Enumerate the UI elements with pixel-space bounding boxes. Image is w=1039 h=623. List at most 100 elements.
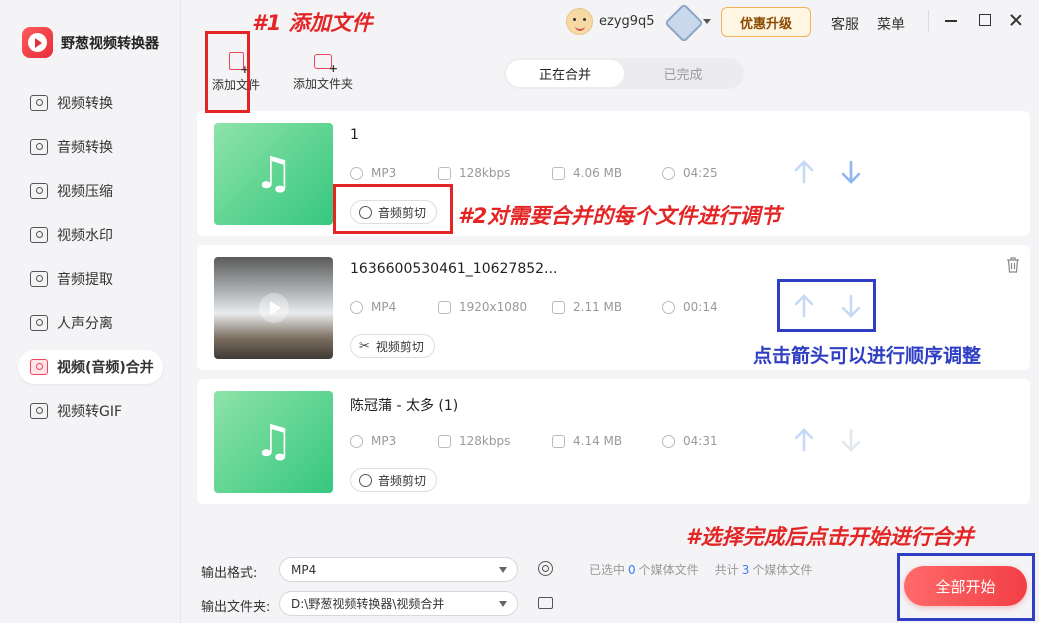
video-thumbnail[interactable] bbox=[214, 257, 333, 359]
move-up-button[interactable] bbox=[791, 291, 817, 321]
output-format-value: MP4 bbox=[291, 562, 317, 577]
close-icon[interactable] bbox=[1008, 12, 1024, 28]
sidebar-item-label: 视频水印 bbox=[57, 228, 113, 244]
sidebar-item-label: 视频转GIF bbox=[57, 404, 123, 420]
sidebar-item-label: 音频提取 bbox=[57, 272, 113, 288]
sidebar-item-label: 视频压缩 bbox=[57, 184, 113, 200]
file-name: 陈冠蒲 - 太多 (1) bbox=[350, 398, 459, 414]
file-duration: 04:25 bbox=[662, 166, 718, 180]
audio-thumbnail: ♫ bbox=[214, 123, 333, 225]
quality-value: 128kbps bbox=[459, 434, 511, 448]
arrow-down-icon bbox=[841, 294, 861, 318]
quality-icon bbox=[438, 166, 451, 180]
format-value: MP3 bbox=[371, 166, 397, 180]
move-down-button[interactable] bbox=[838, 157, 864, 187]
add-folder-icon bbox=[314, 54, 338, 75]
music-note-icon: ♫ bbox=[253, 416, 294, 467]
format-value: MP3 bbox=[371, 434, 397, 448]
upgrade-button[interactable]: 优惠升级 bbox=[721, 7, 811, 37]
start-all-button[interactable]: 全部开始 bbox=[904, 566, 1027, 606]
divider bbox=[928, 10, 929, 32]
merge-tabs: 正在合并 已完成 bbox=[504, 58, 744, 89]
output-folder-label: 输出文件夹: bbox=[201, 600, 271, 615]
tab-merging[interactable]: 正在合并 bbox=[506, 60, 624, 87]
annotation-arrows: 点击箭头可以进行顺序调整 bbox=[753, 345, 982, 367]
video-convert-icon bbox=[30, 95, 48, 111]
sidebar: 野葱视频转换器 视频转换 音频转换 视频压缩 视频水印 音频提取 人声分离 视频… bbox=[0, 0, 181, 623]
open-folder-icon[interactable] bbox=[538, 597, 553, 609]
size-icon bbox=[552, 434, 565, 448]
clock-icon bbox=[662, 166, 675, 180]
selected-count: 0 bbox=[628, 563, 636, 577]
size-icon bbox=[552, 166, 565, 180]
customer-service-link[interactable]: 客服 bbox=[831, 14, 859, 34]
clip-label: 音频剪切 bbox=[378, 473, 427, 488]
file-name: 1 bbox=[350, 127, 359, 143]
arrow-down-icon bbox=[841, 160, 861, 184]
sidebar-item-audio-extract[interactable]: 音频提取 bbox=[18, 262, 163, 296]
arrow-up-icon bbox=[794, 294, 814, 318]
add-file-icon bbox=[228, 52, 249, 76]
audio-clip-icon bbox=[359, 473, 372, 487]
maximize-icon[interactable] bbox=[977, 12, 993, 28]
selected-stat: 已选中 0 个媒体文件 bbox=[589, 561, 699, 578]
output-format-select[interactable]: MP4 bbox=[279, 557, 518, 582]
total-suffix: 个媒体文件 bbox=[752, 563, 813, 577]
quality-icon bbox=[438, 434, 451, 448]
tab-completed[interactable]: 已完成 bbox=[624, 60, 742, 87]
sidebar-item-audio-convert[interactable]: 音频转换 bbox=[18, 130, 163, 164]
vip-badge-icon[interactable] bbox=[664, 3, 704, 43]
arrow-up-icon bbox=[794, 160, 814, 184]
video-watermark-icon bbox=[30, 227, 48, 243]
move-down-button[interactable] bbox=[838, 291, 864, 321]
settings-gear-icon[interactable] bbox=[538, 561, 553, 576]
sidebar-item-video-watermark[interactable]: 视频水印 bbox=[18, 218, 163, 252]
brand: 野葱视频转换器 bbox=[22, 27, 159, 58]
music-note-icon: ♫ bbox=[253, 148, 294, 199]
file-size: 4.06 MB bbox=[552, 166, 622, 180]
arrow-up-icon bbox=[794, 428, 814, 452]
format-icon bbox=[350, 166, 363, 180]
minimize-icon[interactable] bbox=[943, 12, 959, 28]
file-quality: 128kbps bbox=[438, 434, 510, 448]
clip-label: 视频剪切 bbox=[375, 339, 424, 354]
size-icon bbox=[552, 300, 565, 314]
sidebar-item-label: 人声分离 bbox=[57, 316, 113, 332]
play-icon[interactable] bbox=[258, 293, 289, 323]
app-name: 野葱视频转换器 bbox=[61, 35, 159, 52]
file-quality: 1920x1080 bbox=[438, 300, 527, 314]
user-account[interactable]: ezyg9q5 bbox=[566, 8, 655, 35]
file-card: ♫ 陈冠蒲 - 太多 (1) MP3 128kbps 4.14 MB 04:31… bbox=[197, 379, 1030, 504]
avatar bbox=[566, 8, 593, 35]
annotation-step1: #1 添加文件 bbox=[252, 11, 373, 35]
chevron-down-icon[interactable] bbox=[703, 19, 711, 24]
output-folder-select[interactable]: D:\野葱视频转换器\视频合并 bbox=[279, 591, 518, 616]
sidebar-item-merge[interactable]: 视频(音频)合并 bbox=[18, 350, 163, 384]
total-stat: 共计 3 个媒体文件 bbox=[715, 561, 813, 578]
audio-clip-button[interactable]: 音频剪切 bbox=[350, 468, 438, 492]
move-up-button[interactable] bbox=[791, 425, 817, 455]
move-down-button[interactable] bbox=[838, 425, 864, 455]
menu-link[interactable]: 菜单 bbox=[877, 14, 905, 34]
annotation-step3: #选择完成后点击开始进行合并 bbox=[686, 525, 974, 549]
sidebar-item-gif[interactable]: 视频转GIF bbox=[18, 394, 163, 428]
video-compress-icon bbox=[30, 183, 48, 199]
video-clip-button[interactable]: ✂ 视频剪切 bbox=[350, 334, 435, 358]
audio-extract-icon bbox=[30, 271, 48, 287]
trash-icon[interactable] bbox=[1006, 257, 1020, 273]
audio-clip-button[interactable]: 音频剪切 bbox=[350, 200, 438, 224]
selected-prefix: 已选中 bbox=[589, 563, 626, 577]
clock-icon bbox=[662, 300, 675, 314]
add-folder-label: 添加文件夹 bbox=[293, 77, 354, 91]
sidebar-item-video-compress[interactable]: 视频压缩 bbox=[18, 174, 163, 208]
sidebar-item-label: 视频转换 bbox=[57, 96, 113, 112]
add-folder-button[interactable]: 添加文件夹 bbox=[293, 52, 353, 92]
add-file-button[interactable]: 添加文件 bbox=[212, 52, 260, 93]
duration-value: 04:25 bbox=[683, 166, 718, 180]
sidebar-item-voice-separate[interactable]: 人声分离 bbox=[18, 306, 163, 340]
move-up-button[interactable] bbox=[791, 157, 817, 187]
sidebar-item-video-convert[interactable]: 视频转换 bbox=[18, 86, 163, 120]
file-stats: 已选中 0 个媒体文件 共计 3 个媒体文件 bbox=[589, 561, 812, 578]
size-value: 4.06 MB bbox=[573, 166, 623, 180]
output-format-label: 输出格式: bbox=[201, 566, 258, 581]
